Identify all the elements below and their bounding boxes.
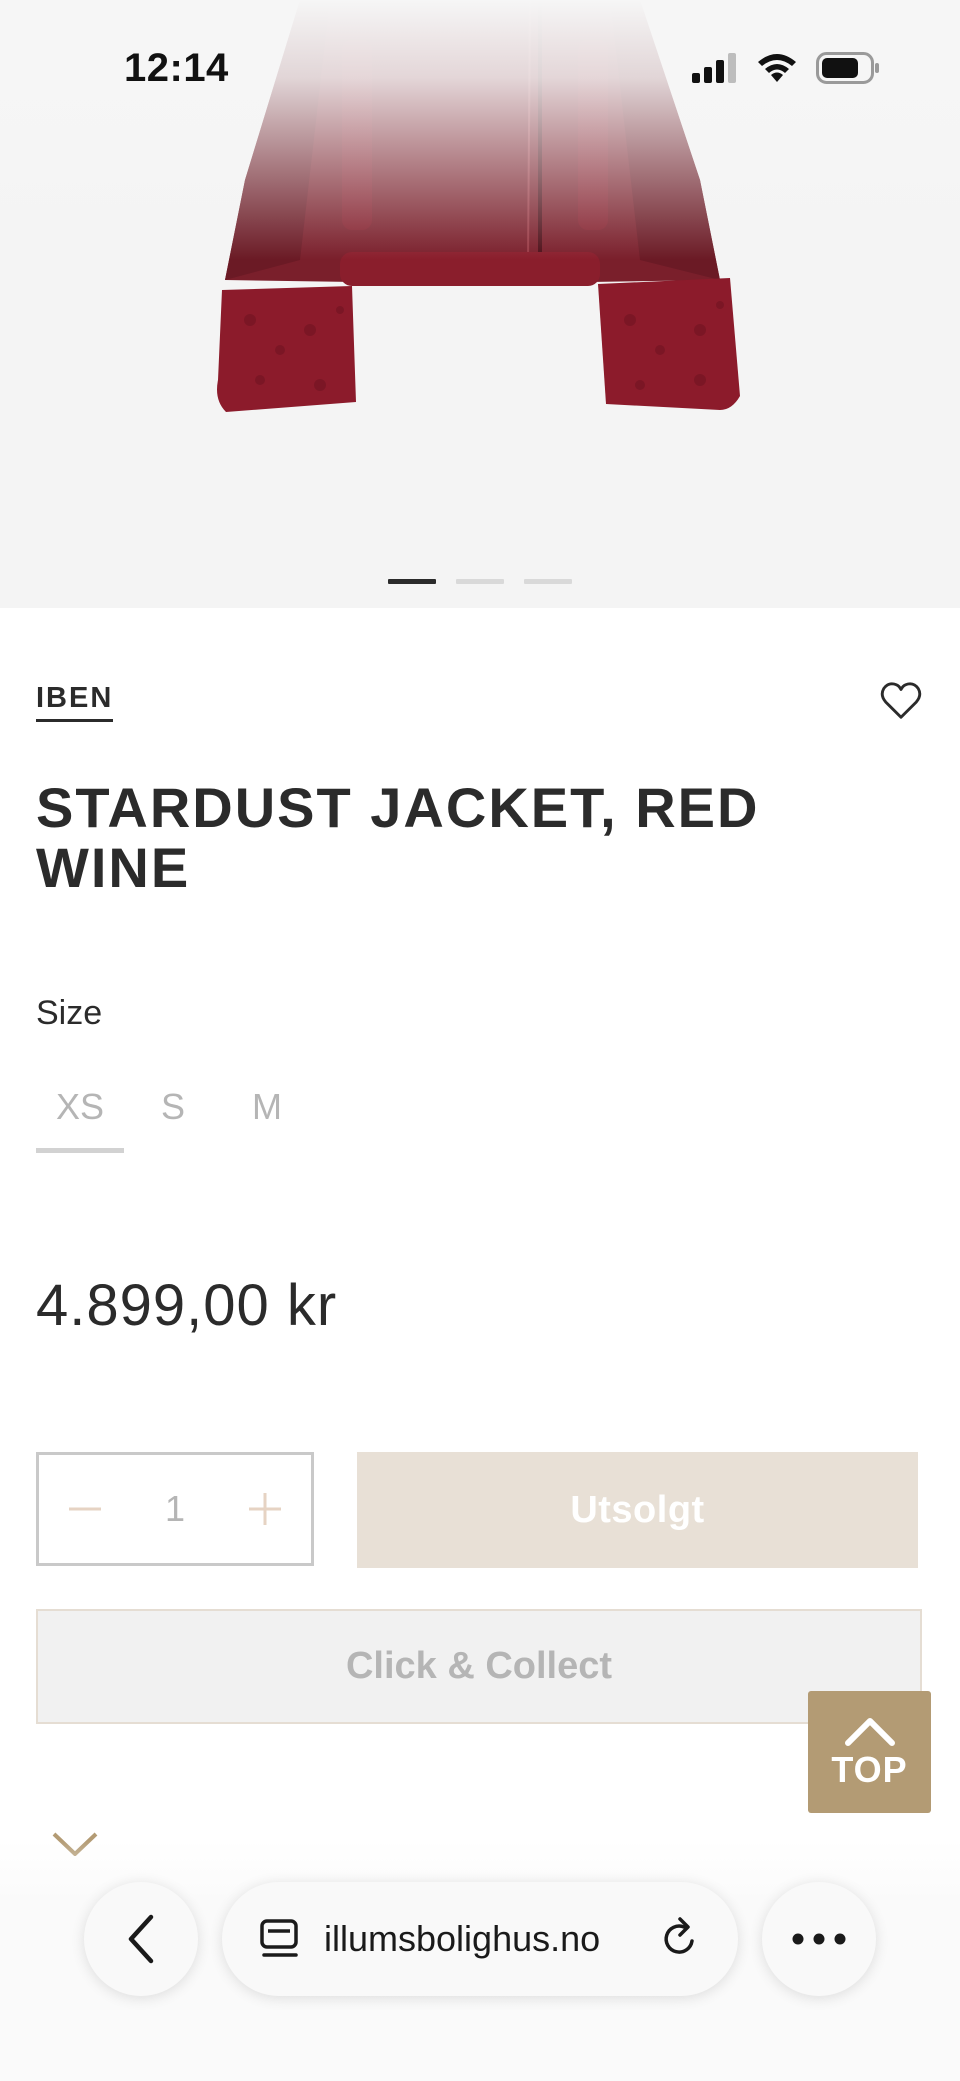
wifi-icon: [758, 54, 796, 82]
status-time: 12:14: [124, 46, 229, 90]
browser-more-button[interactable]: [762, 1882, 876, 1996]
size-selector: XS S M: [36, 1086, 318, 1153]
tabs-icon[interactable]: [258, 1915, 302, 1963]
carousel-dot-2[interactable]: [456, 579, 504, 584]
heart-icon[interactable]: [878, 678, 924, 724]
carousel-indicators: [388, 579, 572, 584]
product-title: STARDUST JACKET, RED WINE: [36, 776, 760, 899]
battery-icon: [816, 52, 879, 84]
carousel-dot-3[interactable]: [524, 579, 572, 584]
more-icon: [792, 1933, 846, 1945]
browser-address-bar[interactable]: illumsbolighus.no: [222, 1882, 738, 1996]
browser-url[interactable]: illumsbolighus.no: [324, 1918, 658, 1960]
click-collect-button[interactable]: Click & Collect: [36, 1609, 922, 1724]
back-to-top-button[interactable]: TOP: [808, 1691, 931, 1813]
size-option-xs[interactable]: XS: [36, 1086, 124, 1153]
back-chevron-icon: [128, 1914, 154, 1964]
chevron-up-icon: [844, 1718, 895, 1746]
quantity-value[interactable]: 1: [165, 1488, 185, 1530]
size-option-s[interactable]: S: [130, 1086, 216, 1153]
product-price: 4.899,00 kr: [36, 1273, 338, 1338]
brand-link[interactable]: IBEN: [36, 682, 114, 722]
carousel-dot-1[interactable]: [388, 579, 436, 584]
size-label: Size: [36, 994, 103, 1032]
reload-icon[interactable]: [658, 1915, 702, 1963]
product-image-carousel[interactable]: [0, 0, 960, 608]
back-to-top-label: TOP: [831, 1749, 908, 1790]
quantity-stepper: 1: [36, 1452, 314, 1566]
sold-out-button[interactable]: Utsolgt: [357, 1452, 918, 1568]
product-image: [217, 0, 740, 412]
status-icons: [692, 52, 880, 84]
plus-icon[interactable]: [239, 1483, 291, 1535]
signal-icon: [692, 53, 736, 83]
size-option-m[interactable]: M: [222, 1086, 312, 1153]
minus-icon[interactable]: [59, 1483, 111, 1535]
browser-back-button[interactable]: [84, 1882, 198, 1996]
